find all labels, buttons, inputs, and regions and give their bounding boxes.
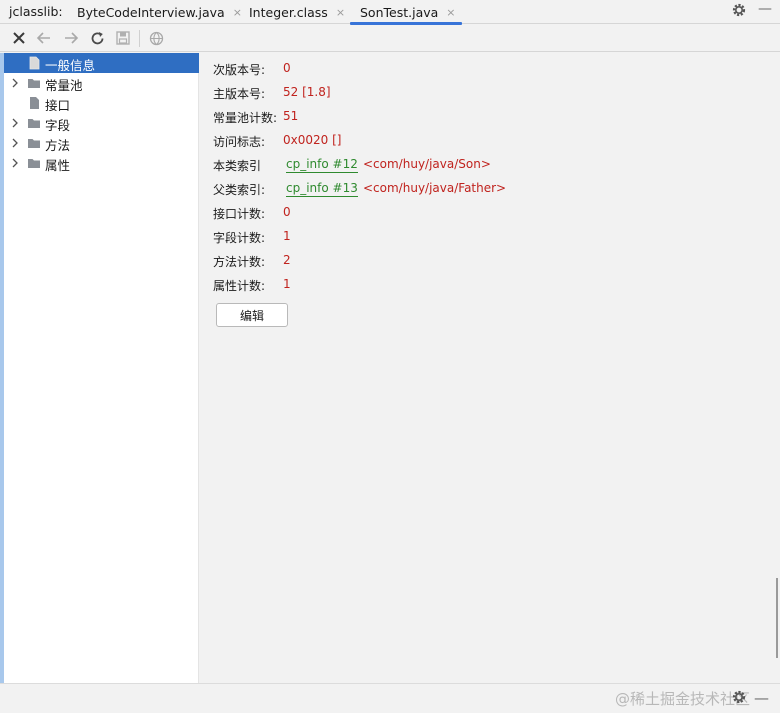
minimize-icon[interactable]: —	[754, 689, 769, 707]
field-label: 常量池计数:	[213, 111, 278, 125]
chevron-right-icon[interactable]	[9, 116, 21, 130]
chevron-right-icon[interactable]	[9, 76, 21, 90]
watermark-text: @稀土掘金技术社区	[615, 690, 751, 708]
field-label: 方法计数:	[213, 255, 266, 269]
field-label: 访问标志:	[213, 135, 266, 149]
tree-item-label: 一般信息	[45, 58, 96, 73]
field-value: 1	[283, 277, 291, 291]
folder-icon	[27, 76, 41, 90]
field-value: 1	[283, 229, 291, 243]
general-info-panel: 次版本号: 0 主版本号: 52 [1.8] 常量池计数: 51 访问标志: 0…	[200, 53, 780, 683]
tab-close-icon[interactable]: ×	[446, 6, 455, 19]
tree-item-interfaces[interactable]: 接口	[4, 93, 199, 113]
tab-integer-class[interactable]: Integer.class ×	[249, 0, 345, 24]
tree-item-fields[interactable]: 字段	[4, 113, 199, 133]
browser-icon[interactable]	[148, 30, 164, 46]
forward-arrow-icon[interactable]	[63, 30, 79, 46]
close-icon[interactable]	[11, 30, 27, 46]
status-bar: @稀土掘金技术社区 —	[0, 683, 780, 713]
minimize-icon[interactable]: —	[758, 1, 772, 17]
tree-item-label: 属性	[45, 158, 71, 173]
tab-bytecodeinterview[interactable]: ByteCodeInterview.java ×	[77, 0, 242, 24]
field-value: <com/huy/java/Son>	[363, 157, 491, 171]
toolbar	[0, 25, 780, 52]
field-label: 属性计数:	[213, 279, 266, 293]
tab-label: SonTest.java	[360, 4, 439, 20]
tree-item-general-info[interactable]: 一般信息	[4, 53, 199, 73]
field-value: 0x0020 []	[283, 133, 342, 147]
refresh-icon[interactable]	[89, 30, 105, 46]
field-value: 2	[283, 253, 291, 267]
chevron-right-icon[interactable]	[9, 136, 21, 150]
field-label: 接口计数:	[213, 207, 266, 221]
scrollbar-thumb[interactable]	[776, 578, 778, 658]
tab-label: ByteCodeInterview.java	[77, 4, 225, 20]
tree-item-attributes[interactable]: 属性	[4, 153, 199, 173]
tree-item-label: 方法	[45, 138, 71, 153]
tree-item-label: 常量池	[45, 78, 83, 93]
save-icon[interactable]	[115, 30, 131, 46]
folder-icon	[27, 156, 41, 170]
field-value: 0	[283, 205, 291, 219]
field-label: 主版本号:	[213, 87, 266, 101]
chevron-right-icon[interactable]	[9, 156, 21, 170]
field-label: 次版本号:	[213, 63, 266, 77]
edit-button[interactable]: 编辑	[216, 303, 288, 327]
field-label: 本类索引	[213, 159, 262, 173]
tree-item-methods[interactable]: 方法	[4, 133, 199, 153]
cp-info-link[interactable]: cp_info #12	[286, 157, 358, 173]
file-icon	[27, 56, 41, 70]
folder-icon	[27, 136, 41, 150]
field-label: 父类索引:	[213, 183, 266, 197]
jclasslib-label: jclasslib:	[9, 4, 63, 19]
field-value: 0	[283, 61, 291, 75]
folder-icon	[27, 116, 41, 130]
tree-item-constant-pool[interactable]: 常量池	[4, 73, 199, 93]
tab-close-icon[interactable]: ×	[233, 6, 242, 19]
tab-sontest-java[interactable]: SonTest.java ×	[350, 0, 462, 25]
tree-item-label: 接口	[45, 98, 71, 113]
settings-gear-icon[interactable]	[731, 689, 747, 705]
back-arrow-icon[interactable]	[36, 30, 52, 46]
tree-item-label: 字段	[45, 118, 71, 133]
field-value: <com/huy/java/Father>	[363, 181, 507, 195]
class-structure-tree: 一般信息 常量池 接口 字段 方法 属性	[4, 53, 199, 683]
field-value: 51	[283, 109, 299, 123]
editor-tab-bar: jclasslib: ByteCodeInterview.java × Inte…	[0, 0, 780, 25]
tab-label: Integer.class	[249, 4, 328, 20]
file-icon	[27, 96, 41, 110]
settings-gear-icon[interactable]	[731, 2, 747, 18]
tab-close-icon[interactable]: ×	[336, 6, 345, 19]
field-value: 52 [1.8]	[283, 85, 331, 99]
toolbar-separator	[139, 30, 140, 47]
field-label: 字段计数:	[213, 231, 266, 245]
cp-info-link[interactable]: cp_info #13	[286, 181, 358, 197]
